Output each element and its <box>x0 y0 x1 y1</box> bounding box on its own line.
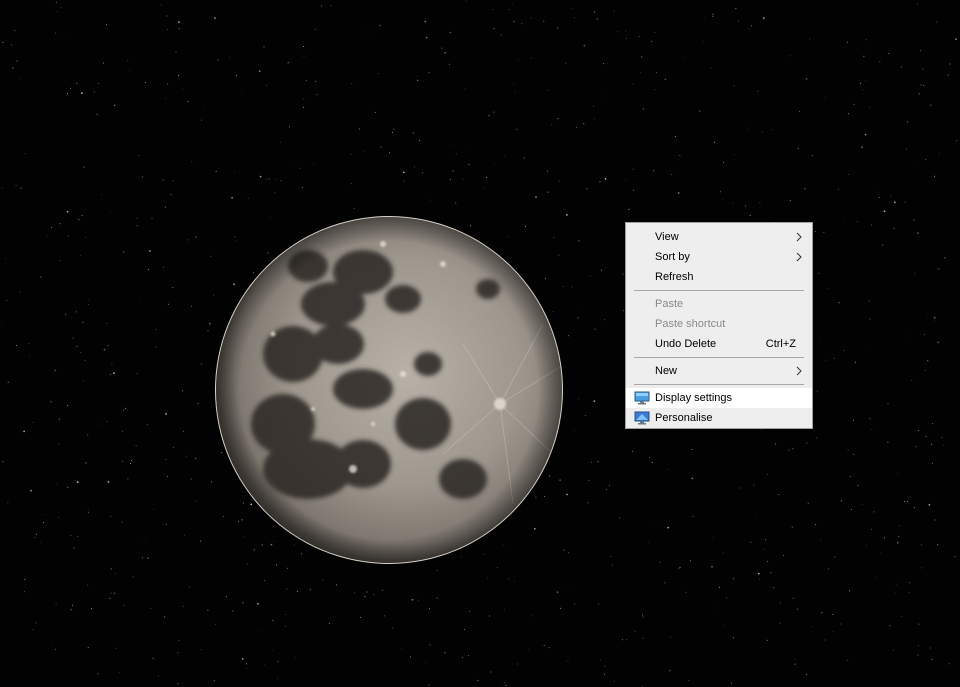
menu-item-personalise[interactable]: Personalise <box>626 408 812 428</box>
menu-item-view[interactable]: View <box>626 227 812 247</box>
menu-item-sort-by-label: Sort by <box>655 251 690 263</box>
menu-item-paste[interactable]: Paste <box>626 294 812 314</box>
menu-item-display-settings[interactable]: Display settings <box>626 388 812 408</box>
menu-item-refresh[interactable]: Refresh <box>626 267 812 287</box>
undo-delete-shortcut: Ctrl+Z <box>765 338 796 350</box>
menu-item-refresh-label: Refresh <box>655 271 694 283</box>
menu-separator <box>634 357 804 358</box>
menu-item-undo-delete-label: Undo Delete <box>655 338 717 350</box>
menu-separator <box>634 384 804 385</box>
desktop-context-menu: View Sort by Refresh Paste Paste shortcu… <box>625 222 813 429</box>
menu-item-new[interactable]: New <box>626 361 812 381</box>
menu-item-paste-shortcut-label: Paste shortcut <box>655 318 726 330</box>
chevron-right-icon <box>796 252 802 262</box>
personalise-monitor-icon <box>634 411 650 425</box>
menu-item-paste-shortcut[interactable]: Paste shortcut <box>626 314 812 334</box>
menu-item-sort-by[interactable]: Sort by <box>626 247 812 267</box>
menu-item-display-settings-label: Display settings <box>655 392 733 404</box>
chevron-right-icon <box>796 366 802 376</box>
menu-item-paste-label: Paste <box>655 298 684 310</box>
menu-separator <box>634 290 804 291</box>
menu-item-new-label: New <box>655 365 678 377</box>
moon-wallpaper-image <box>213 214 565 566</box>
menu-item-undo-delete[interactable]: Undo Delete Ctrl+Z <box>626 334 812 354</box>
menu-item-personalise-label: Personalise <box>655 412 713 424</box>
desktop-background[interactable]: View Sort by Refresh Paste Paste shortcu… <box>0 0 960 687</box>
menu-item-view-label: View <box>655 231 679 243</box>
chevron-right-icon <box>796 232 802 242</box>
monitor-icon <box>634 391 650 405</box>
